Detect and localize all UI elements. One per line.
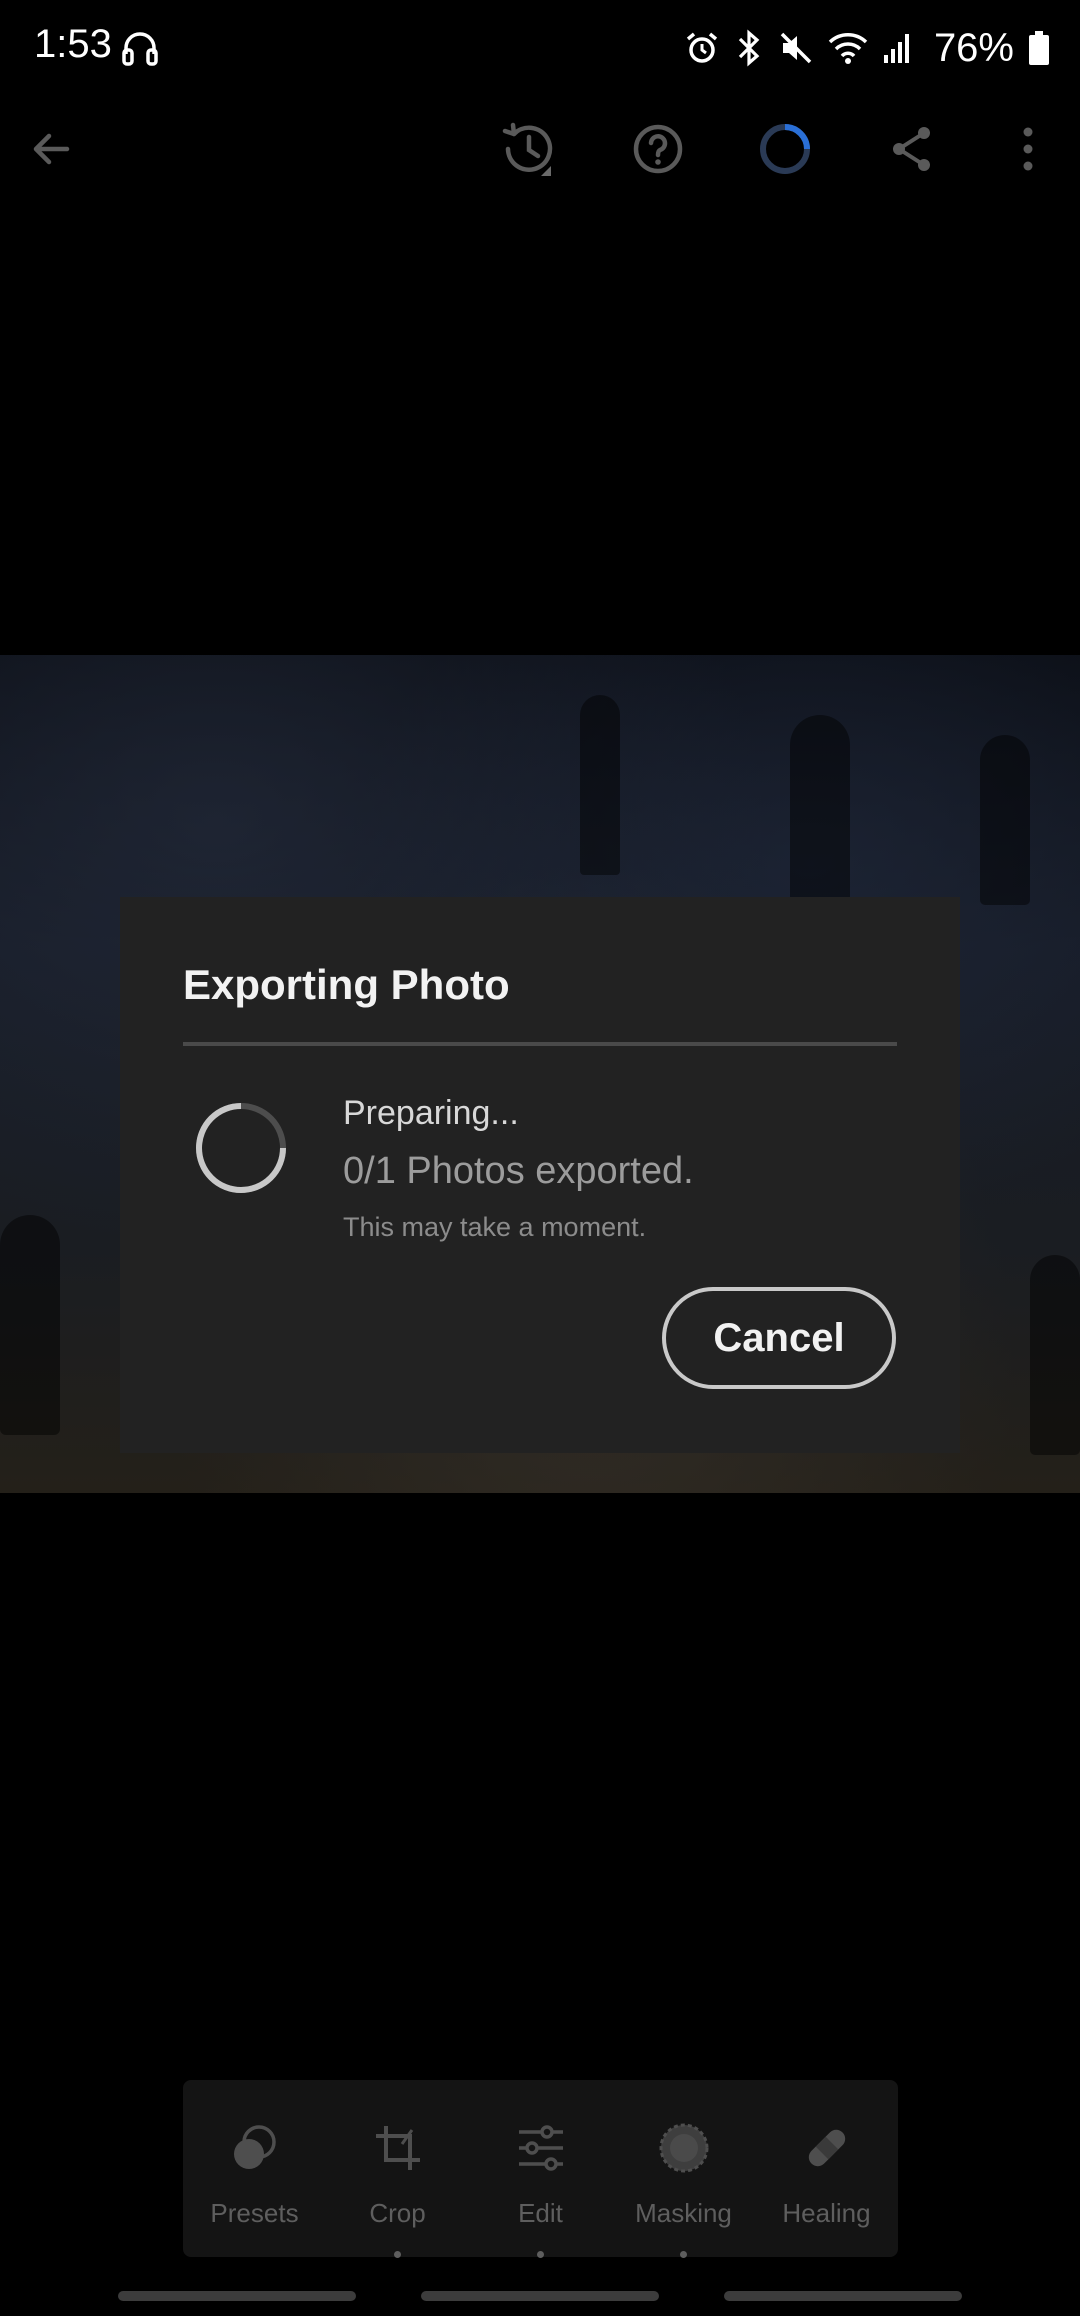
signal-icon — [882, 31, 914, 65]
edit-sliders-icon — [515, 2122, 567, 2174]
dialog-divider — [183, 1042, 897, 1046]
alarm-icon — [684, 30, 720, 66]
bluetooth-icon — [734, 29, 764, 67]
status-icons: 76% — [684, 22, 1050, 74]
history-icon[interactable] — [494, 114, 564, 184]
back-arrow-icon[interactable] — [16, 114, 86, 184]
export-progress-text: 0/1 Photos exported. — [343, 1150, 694, 1192]
export-dialog: Exporting Photo Preparing... 0/1 Photos … — [120, 897, 960, 1453]
tool-masking[interactable]: Masking — [612, 2080, 755, 2258]
cancel-button[interactable]: Cancel — [662, 1287, 896, 1389]
indicator-dot — [680, 2251, 687, 2258]
top-toolbar — [0, 96, 1080, 202]
tool-healing[interactable]: Healing — [755, 2080, 898, 2257]
gesture-bar-center[interactable] — [421, 2291, 659, 2301]
battery-icon — [1028, 30, 1050, 66]
share-icon[interactable] — [877, 114, 947, 184]
export-note: This may take a moment. — [343, 1212, 647, 1242]
indicator-dot — [394, 2251, 401, 2258]
healing-icon — [801, 2122, 853, 2174]
presets-icon — [229, 2122, 281, 2174]
tool-label: Edit — [518, 2198, 563, 2228]
export-status: Preparing... — [343, 1094, 519, 1132]
tool-label: Masking — [635, 2198, 732, 2228]
wifi-icon — [828, 30, 868, 66]
loading-spinner-icon — [195, 1102, 287, 1194]
status-bar: 1:53 76% — [0, 0, 1080, 96]
sync-progress-icon[interactable] — [750, 114, 820, 184]
crop-icon — [372, 2122, 424, 2174]
more-options-icon[interactable] — [993, 114, 1063, 184]
tool-label: Crop — [369, 2198, 426, 2228]
gesture-bar-right — [724, 2291, 962, 2301]
status-time: 1:53 — [34, 22, 112, 66]
tool-crop[interactable]: Crop — [326, 2080, 469, 2258]
tool-label: Presets — [210, 2198, 299, 2228]
tool-label: Healing — [782, 2198, 871, 2228]
tool-tray: Presets Crop Edit Masking Healing — [183, 2080, 898, 2258]
dialog-title: Exporting Photo — [183, 961, 510, 1008]
battery-percentage: 76% — [933, 25, 1014, 70]
mute-icon — [778, 30, 814, 66]
indicator-dot — [537, 2251, 544, 2258]
gesture-bar-left — [118, 2291, 356, 2301]
masking-icon — [658, 2122, 710, 2174]
help-icon[interactable] — [623, 114, 693, 184]
headphones-icon — [120, 28, 160, 68]
tool-edit[interactable]: Edit — [469, 2080, 612, 2258]
tool-presets[interactable]: Presets — [183, 2080, 326, 2257]
